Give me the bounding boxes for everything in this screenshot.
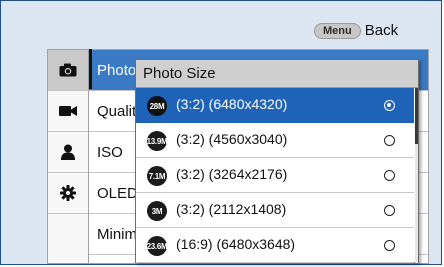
menu-button[interactable]: Menu <box>314 22 361 39</box>
dropdown-title: Photo Size <box>136 60 418 88</box>
radio-unselected-icon <box>384 240 395 251</box>
sidebar-item-video[interactable] <box>48 91 88 132</box>
radio-selected-icon <box>384 100 395 111</box>
settings-row-label: ISO <box>97 143 123 161</box>
person-icon <box>61 144 75 160</box>
radio-unselected-icon <box>384 205 395 216</box>
size-badge-icon: 23.6M <box>147 236 168 256</box>
camera-icon <box>59 63 77 77</box>
dropdown-scrollbar[interactable] <box>415 88 418 263</box>
sidebar-item-camera[interactable] <box>48 50 88 91</box>
scrollbar-thumb[interactable] <box>415 88 418 144</box>
option-label: (16:9) (6480x3648) <box>176 236 296 252</box>
option-label: (3:2) (3264x2176) <box>176 166 288 182</box>
photo-size-option[interactable]: 23.6M (16:9) (6480x3648) <box>136 228 414 263</box>
photo-size-option[interactable]: 3M (3:2) (2112x1408) <box>136 193 414 228</box>
option-label: (3:2) (2112x1408) <box>176 201 287 217</box>
size-badge-icon: 13.9M <box>147 131 168 151</box>
radio-unselected-icon <box>384 170 395 181</box>
camera-menu-screen: Menu Back Photo Quality ISO OLED Minimum… <box>0 0 442 265</box>
size-badge-icon: 3M <box>147 201 167 221</box>
option-label: (3:2) (4560x3040) <box>176 131 288 147</box>
photo-size-option[interactable]: 13.9M (3:2) (4560x3040) <box>136 123 414 158</box>
sidebar-item-setup[interactable] <box>48 173 88 214</box>
size-badge-icon: 7.1M <box>147 166 167 186</box>
size-badge-icon: 28M <box>147 96 167 116</box>
option-label: (3:2) (6480x4320) <box>176 96 288 112</box>
sidebar-item-custom[interactable] <box>48 132 88 173</box>
gear-icon <box>60 185 76 201</box>
back-control[interactable]: Menu Back <box>314 22 398 39</box>
selection-indicator <box>89 49 92 89</box>
video-camera-icon <box>59 106 77 116</box>
radio-unselected-icon <box>384 135 395 146</box>
settings-row-label: Photo <box>97 61 137 79</box>
category-sidebar <box>47 49 89 264</box>
photo-size-option[interactable]: 28M (3:2) (6480x4320) <box>136 88 414 123</box>
settings-row-label: OLED <box>97 184 138 202</box>
photo-size-option[interactable]: 7.1M (3:2) (3264x2176) <box>136 158 414 193</box>
back-label: Back <box>364 22 399 39</box>
photo-size-dropdown: Photo Size 28M (3:2) (6480x4320) 13.9M (… <box>135 59 419 263</box>
